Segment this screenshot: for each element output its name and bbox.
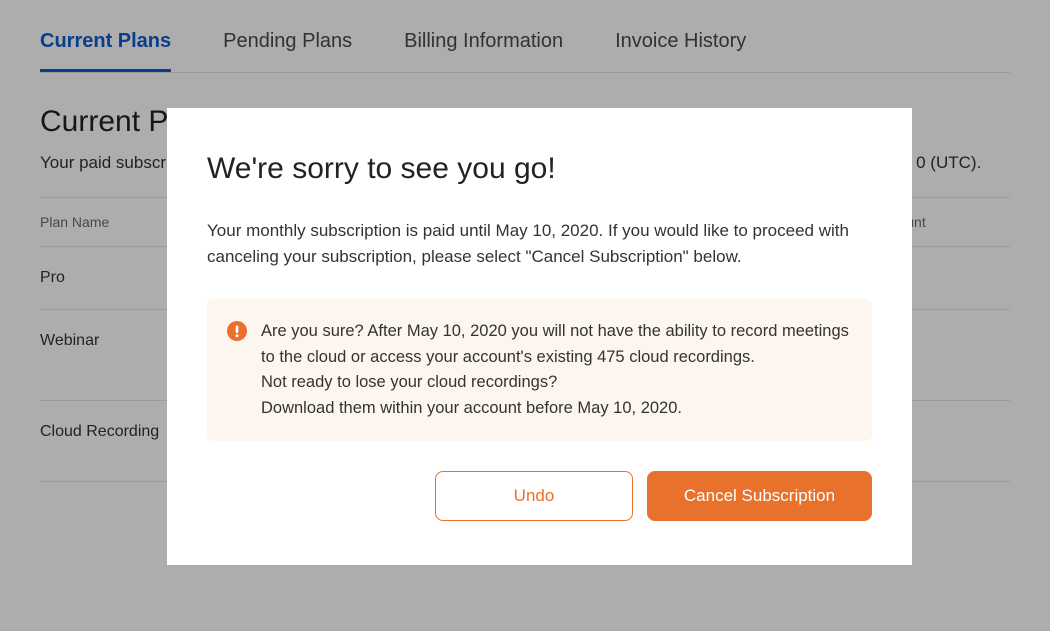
modal-description: Your monthly subscription is paid until … <box>207 218 872 269</box>
cancel-subscription-button[interactable]: Cancel Subscription <box>647 471 872 521</box>
warning-icon <box>227 321 247 341</box>
cancel-subscription-modal: We're sorry to see you go! Your monthly … <box>167 108 912 565</box>
modal-actions: Undo Cancel Subscription <box>207 471 872 521</box>
undo-button[interactable]: Undo <box>435 471 633 521</box>
warning-line-1: Are you sure? After May 10, 2020 you wil… <box>261 322 849 366</box>
modal-title: We're sorry to see you go! <box>207 152 872 186</box>
warning-line-2: Not ready to lose your cloud recordings? <box>261 373 557 391</box>
warning-alert: Are you sure? After May 10, 2020 you wil… <box>207 299 872 441</box>
warning-text: Are you sure? After May 10, 2020 you wil… <box>261 319 850 421</box>
warning-line-3: Download them within your account before… <box>261 399 682 417</box>
